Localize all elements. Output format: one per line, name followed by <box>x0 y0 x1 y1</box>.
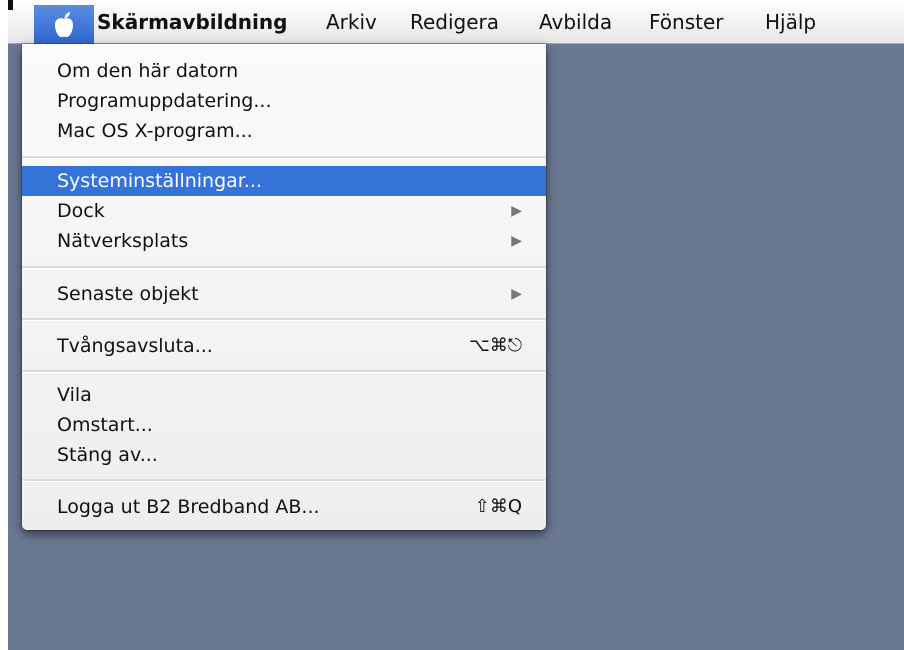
menu-item-label: Om den här datorn <box>57 60 239 82</box>
menu-item-senaste-objekt[interactable]: Senaste objekt ▶ <box>22 279 546 309</box>
keyboard-shortcut: ⇧⌘Q <box>474 496 522 517</box>
corner-mark <box>8 0 13 10</box>
menu-item-natverksplats[interactable]: Nätverksplats ▶ <box>22 226 546 256</box>
apple-menu-dropdown: Om den här datorn Programuppdatering... … <box>22 44 546 530</box>
menu-fonster[interactable]: Fönster <box>649 0 724 44</box>
menu-separator <box>22 479 546 482</box>
menu-item-label: Vila <box>57 384 92 406</box>
menu-item-label: Stäng av... <box>57 444 158 466</box>
menu-item-vila[interactable]: Vila <box>22 380 546 410</box>
menu-bar: Skärmavbildning Arkiv Redigera Avbilda F… <box>8 0 904 44</box>
menu-avbilda[interactable]: Avbilda <box>539 0 612 44</box>
menu-separator <box>22 266 546 269</box>
menu-item-logga-ut[interactable]: Logga ut B2 Bredband AB... ⇧⌘Q <box>22 492 546 522</box>
submenu-arrow-icon: ▶ <box>511 233 522 249</box>
menu-redigera[interactable]: Redigera <box>410 0 499 44</box>
menu-item-programuppdatering[interactable]: Programuppdatering... <box>22 86 546 116</box>
menu-item-label: Omstart... <box>57 414 153 436</box>
menu-item-systeminstallningar[interactable]: Systeminställningar... <box>22 166 546 196</box>
menu-item-mac-os-x-program[interactable]: Mac OS X-program... <box>22 116 546 146</box>
menu-item-label: Mac OS X-program... <box>57 120 253 142</box>
menu-separator <box>22 318 546 321</box>
menu-item-label: Logga ut B2 Bredband AB... <box>57 496 320 518</box>
menu-item-tvangsavsluta[interactable]: Tvångsavsluta... ⌥⌘⎋ <box>22 331 546 361</box>
menu-separator <box>22 370 546 373</box>
app-name-menu[interactable]: Skärmavbildning <box>97 0 287 44</box>
keyboard-shortcut: ⌥⌘⎋ <box>469 335 522 356</box>
menu-arkiv[interactable]: Arkiv <box>326 0 377 44</box>
menu-separator <box>22 156 546 159</box>
menu-item-dock[interactable]: Dock ▶ <box>22 196 546 226</box>
menu-item-label: Dock <box>57 200 105 222</box>
menu-hjalp[interactable]: Hjälp <box>765 0 816 44</box>
menu-item-label: Senaste objekt <box>57 283 199 305</box>
menu-item-om-den-har-datorn[interactable]: Om den här datorn <box>22 56 546 86</box>
apple-logo-icon <box>55 11 73 37</box>
menu-item-omstart[interactable]: Omstart... <box>22 410 546 440</box>
submenu-arrow-icon: ▶ <box>511 286 522 302</box>
submenu-arrow-icon: ▶ <box>511 203 522 219</box>
menu-item-label: Nätverksplats <box>57 230 189 252</box>
menu-item-label: Tvångsavsluta... <box>57 335 213 357</box>
menu-item-label: Programuppdatering... <box>57 90 272 112</box>
menu-item-label: Systeminställningar... <box>57 170 262 192</box>
menu-item-stang-av[interactable]: Stäng av... <box>22 440 546 470</box>
apple-menu-button[interactable] <box>34 5 94 44</box>
